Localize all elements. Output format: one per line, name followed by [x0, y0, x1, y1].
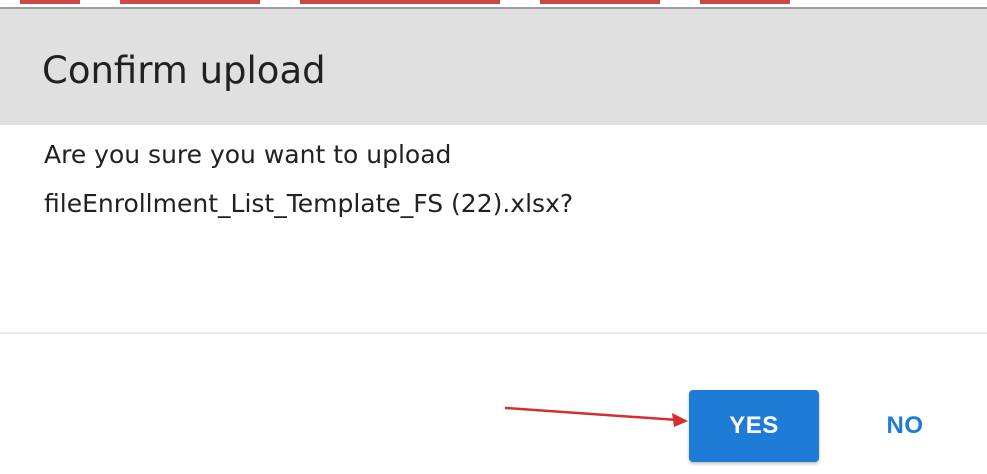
background-text-fragment — [700, 0, 790, 4]
background-text-fragment — [20, 0, 80, 4]
background-text-fragment — [120, 0, 260, 4]
message-line: Are you sure you want to upload — [44, 140, 452, 169]
no-button[interactable]: NO — [850, 390, 960, 462]
dialog-header: Confirm upload — [0, 9, 987, 125]
red-arrow-icon — [504, 406, 688, 427]
background-text-fragment — [300, 0, 500, 4]
dialog-divider — [0, 332, 987, 334]
message-filename-line: fileEnrollment_List_Template_FS (22).xls… — [44, 189, 574, 218]
dialog-title: Confirm upload — [42, 48, 326, 92]
background-text-fragment — [540, 0, 660, 4]
dialog-message: Are you sure you want to upload fileEnro… — [44, 130, 944, 228]
background-strip — [0, 0, 987, 9]
yes-button[interactable]: YES — [689, 390, 819, 462]
